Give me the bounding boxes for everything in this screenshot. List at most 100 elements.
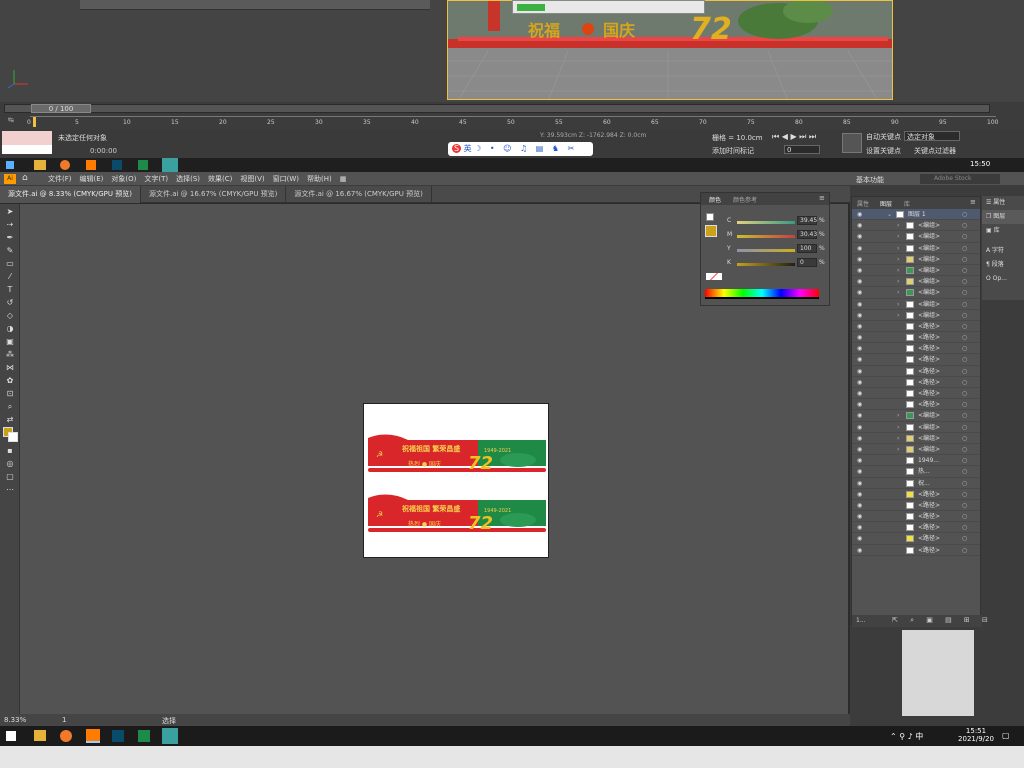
target-icon[interactable]: ○ bbox=[962, 455, 967, 466]
explorer-icon[interactable] bbox=[34, 730, 46, 741]
layer-row[interactable]: ◉ <路径> ○ bbox=[852, 377, 980, 388]
screen-mode-icon[interactable]: ▢ bbox=[4, 472, 16, 482]
chevron-right-icon[interactable]: › bbox=[897, 433, 899, 444]
eye-icon[interactable]: ◉ bbox=[857, 545, 862, 556]
playback-controls[interactable]: ⏮ ◀ ▶ ⏭ ⏭ bbox=[772, 132, 838, 142]
target-icon[interactable]: ○ bbox=[962, 522, 967, 533]
chevron-down-icon[interactable]: ⌄ bbox=[887, 209, 892, 220]
eye-icon[interactable]: ◉ bbox=[857, 444, 862, 455]
home-icon[interactable]: ⌂ bbox=[22, 173, 28, 183]
coord-x[interactable]: Y: 39.593cm bbox=[540, 132, 577, 139]
menu-item[interactable]: 窗口(W) bbox=[269, 172, 303, 186]
shape-builder-icon[interactable]: ◑ bbox=[4, 324, 16, 334]
maxscript-listener[interactable] bbox=[2, 131, 52, 145]
eye-icon[interactable]: ◉ bbox=[857, 265, 862, 276]
dock-character[interactable]: A 字符 bbox=[982, 244, 1024, 258]
layer-row[interactable]: ◉ 1949... ○ bbox=[852, 455, 980, 467]
eye-icon[interactable]: ◉ bbox=[857, 388, 862, 399]
m-value[interactable]: 30.43 bbox=[797, 230, 817, 239]
layer-name[interactable]: <路径> bbox=[918, 332, 940, 343]
layer-name[interactable]: <路径> bbox=[918, 511, 940, 522]
slider-y[interactable]: Y 100% bbox=[701, 243, 831, 257]
target-icon[interactable]: ○ bbox=[962, 377, 967, 388]
target-icon[interactable]: ○ bbox=[962, 388, 967, 399]
curvature-tool-icon[interactable]: ✎ bbox=[4, 246, 16, 256]
menu-item[interactable]: 文字(T) bbox=[140, 172, 172, 186]
layer-name[interactable]: <编组> bbox=[918, 310, 940, 321]
layer-row[interactable]: ◉ › <编组> ○ bbox=[852, 231, 980, 243]
frame-field[interactable]: 0 bbox=[784, 145, 820, 154]
chevron-right-icon[interactable]: › bbox=[897, 310, 899, 321]
timeline-config-icon[interactable]: ↹ bbox=[8, 116, 14, 124]
paintbrush-tool-icon[interactable]: ⁄ bbox=[4, 272, 16, 282]
notification-icon[interactable]: ▢ bbox=[1002, 731, 1010, 740]
c-track[interactable] bbox=[737, 221, 795, 224]
eye-icon[interactable]: ◉ bbox=[857, 287, 862, 298]
eye-icon[interactable]: ◉ bbox=[857, 231, 862, 242]
blend-tool-icon[interactable]: ⋈ bbox=[4, 363, 16, 373]
target-icon[interactable]: ○ bbox=[962, 354, 967, 365]
slider-k[interactable]: K 0% bbox=[701, 257, 831, 271]
target-icon[interactable]: ○ bbox=[962, 265, 967, 276]
chevron-right-icon[interactable]: › bbox=[897, 243, 899, 254]
target-icon[interactable]: ○ bbox=[962, 433, 967, 444]
layer-row[interactable]: ◉ <路径> ○ bbox=[852, 332, 980, 344]
color-spectrum[interactable] bbox=[705, 289, 819, 299]
layer-name[interactable]: <编组> bbox=[918, 410, 940, 421]
layer-row[interactable]: ◉ › <编组> ○ bbox=[852, 433, 980, 444]
target-icon[interactable]: ○ bbox=[962, 533, 967, 544]
more-tools-icon[interactable]: ⋯ bbox=[4, 485, 16, 495]
c-value[interactable]: 39.45 bbox=[797, 216, 817, 225]
tab-color-guide[interactable]: 颜色参考 bbox=[733, 195, 757, 204]
workspace-switcher[interactable]: 基本功能 bbox=[856, 175, 884, 185]
layer-row[interactable]: ◉ <路径> ○ bbox=[852, 489, 980, 500]
layer-name[interactable]: <路径> bbox=[918, 399, 940, 410]
navigator-preview[interactable] bbox=[902, 630, 974, 716]
arrange-docs-icon[interactable]: ▦ bbox=[336, 172, 351, 186]
tab-properties[interactable]: 属性 bbox=[857, 199, 869, 208]
target-icon[interactable]: ○ bbox=[962, 254, 967, 265]
sogou-icon[interactable]: S bbox=[452, 144, 462, 153]
stock-search-input[interactable]: Adobe Stock bbox=[920, 174, 1000, 184]
layer-row-top[interactable]: ◉ ⌄ 图层 1 ○ bbox=[852, 209, 980, 221]
app-icon[interactable] bbox=[112, 730, 124, 742]
layer-row[interactable]: ◉ › <编组> ○ bbox=[852, 243, 980, 254]
eyedropper-tool-icon[interactable]: ⁂ bbox=[4, 350, 16, 360]
layer-name[interactable]: <编组> bbox=[918, 220, 940, 231]
eye-icon[interactable]: ◉ bbox=[857, 489, 862, 500]
layer-row[interactable]: ◉ › <编组> ○ bbox=[852, 310, 980, 321]
windows-start-icon[interactable] bbox=[6, 731, 16, 741]
auto-key-button[interactable]: 自动关键点 bbox=[866, 132, 901, 142]
layer-name[interactable]: <路径> bbox=[918, 377, 940, 388]
eye-icon[interactable]: ◉ bbox=[857, 220, 862, 231]
eye-icon[interactable]: ◉ bbox=[857, 433, 862, 444]
chevron-right-icon[interactable]: › bbox=[897, 287, 899, 298]
lang-indicator[interactable]: 中 bbox=[915, 732, 923, 741]
target-icon[interactable]: ○ bbox=[962, 422, 967, 433]
layer-row[interactable]: ◉ <路径> ○ bbox=[852, 354, 980, 366]
target-icon[interactable]: ○ bbox=[962, 310, 967, 321]
timeline-ruler[interactable]: 0 5 10 15 20 25 30 35 40 45 50 55 60 65 70 75 80 85 90 95 10… bbox=[27, 116, 998, 128]
target-icon[interactable]: ○ bbox=[962, 276, 967, 287]
eye-icon[interactable]: ◉ bbox=[857, 466, 862, 477]
doc-tab-2[interactable]: 源文件.ai @ 16.67% (CMYK/GPU 预览) bbox=[141, 186, 287, 203]
chevron-right-icon[interactable]: › bbox=[897, 231, 899, 242]
time-slider[interactable]: 0 / 100 bbox=[4, 104, 990, 113]
eye-icon[interactable]: ◉ bbox=[857, 410, 862, 421]
type-tool-icon[interactable]: T bbox=[4, 285, 16, 295]
layer-row[interactable]: ◉ › <编组> ○ bbox=[852, 254, 980, 265]
menu-item[interactable]: 选择(S) bbox=[172, 172, 204, 186]
layer-row[interactable]: ◉ <路径> ○ bbox=[852, 321, 980, 333]
rotate-tool-icon[interactable]: ↺ bbox=[4, 298, 16, 308]
y-value[interactable]: 100 bbox=[797, 244, 817, 253]
max-app-icon[interactable] bbox=[162, 728, 178, 744]
target-icon[interactable]: ○ bbox=[962, 500, 967, 511]
tray-icons[interactable]: ⌃ ⚲ ♪ 中 bbox=[890, 731, 923, 742]
k-track[interactable] bbox=[737, 263, 795, 266]
ime-toolbar[interactable]: S 英 ☽ • ☺ ♫ ▤ ♞ ✂ ▦ bbox=[448, 142, 593, 167]
target-icon[interactable]: ○ bbox=[962, 366, 967, 377]
y-track[interactable] bbox=[737, 249, 795, 252]
rectangle-tool-icon[interactable]: ▭ bbox=[4, 259, 16, 269]
eye-icon[interactable]: ◉ bbox=[857, 455, 862, 466]
menu-item[interactable]: 帮助(H) bbox=[303, 172, 336, 186]
